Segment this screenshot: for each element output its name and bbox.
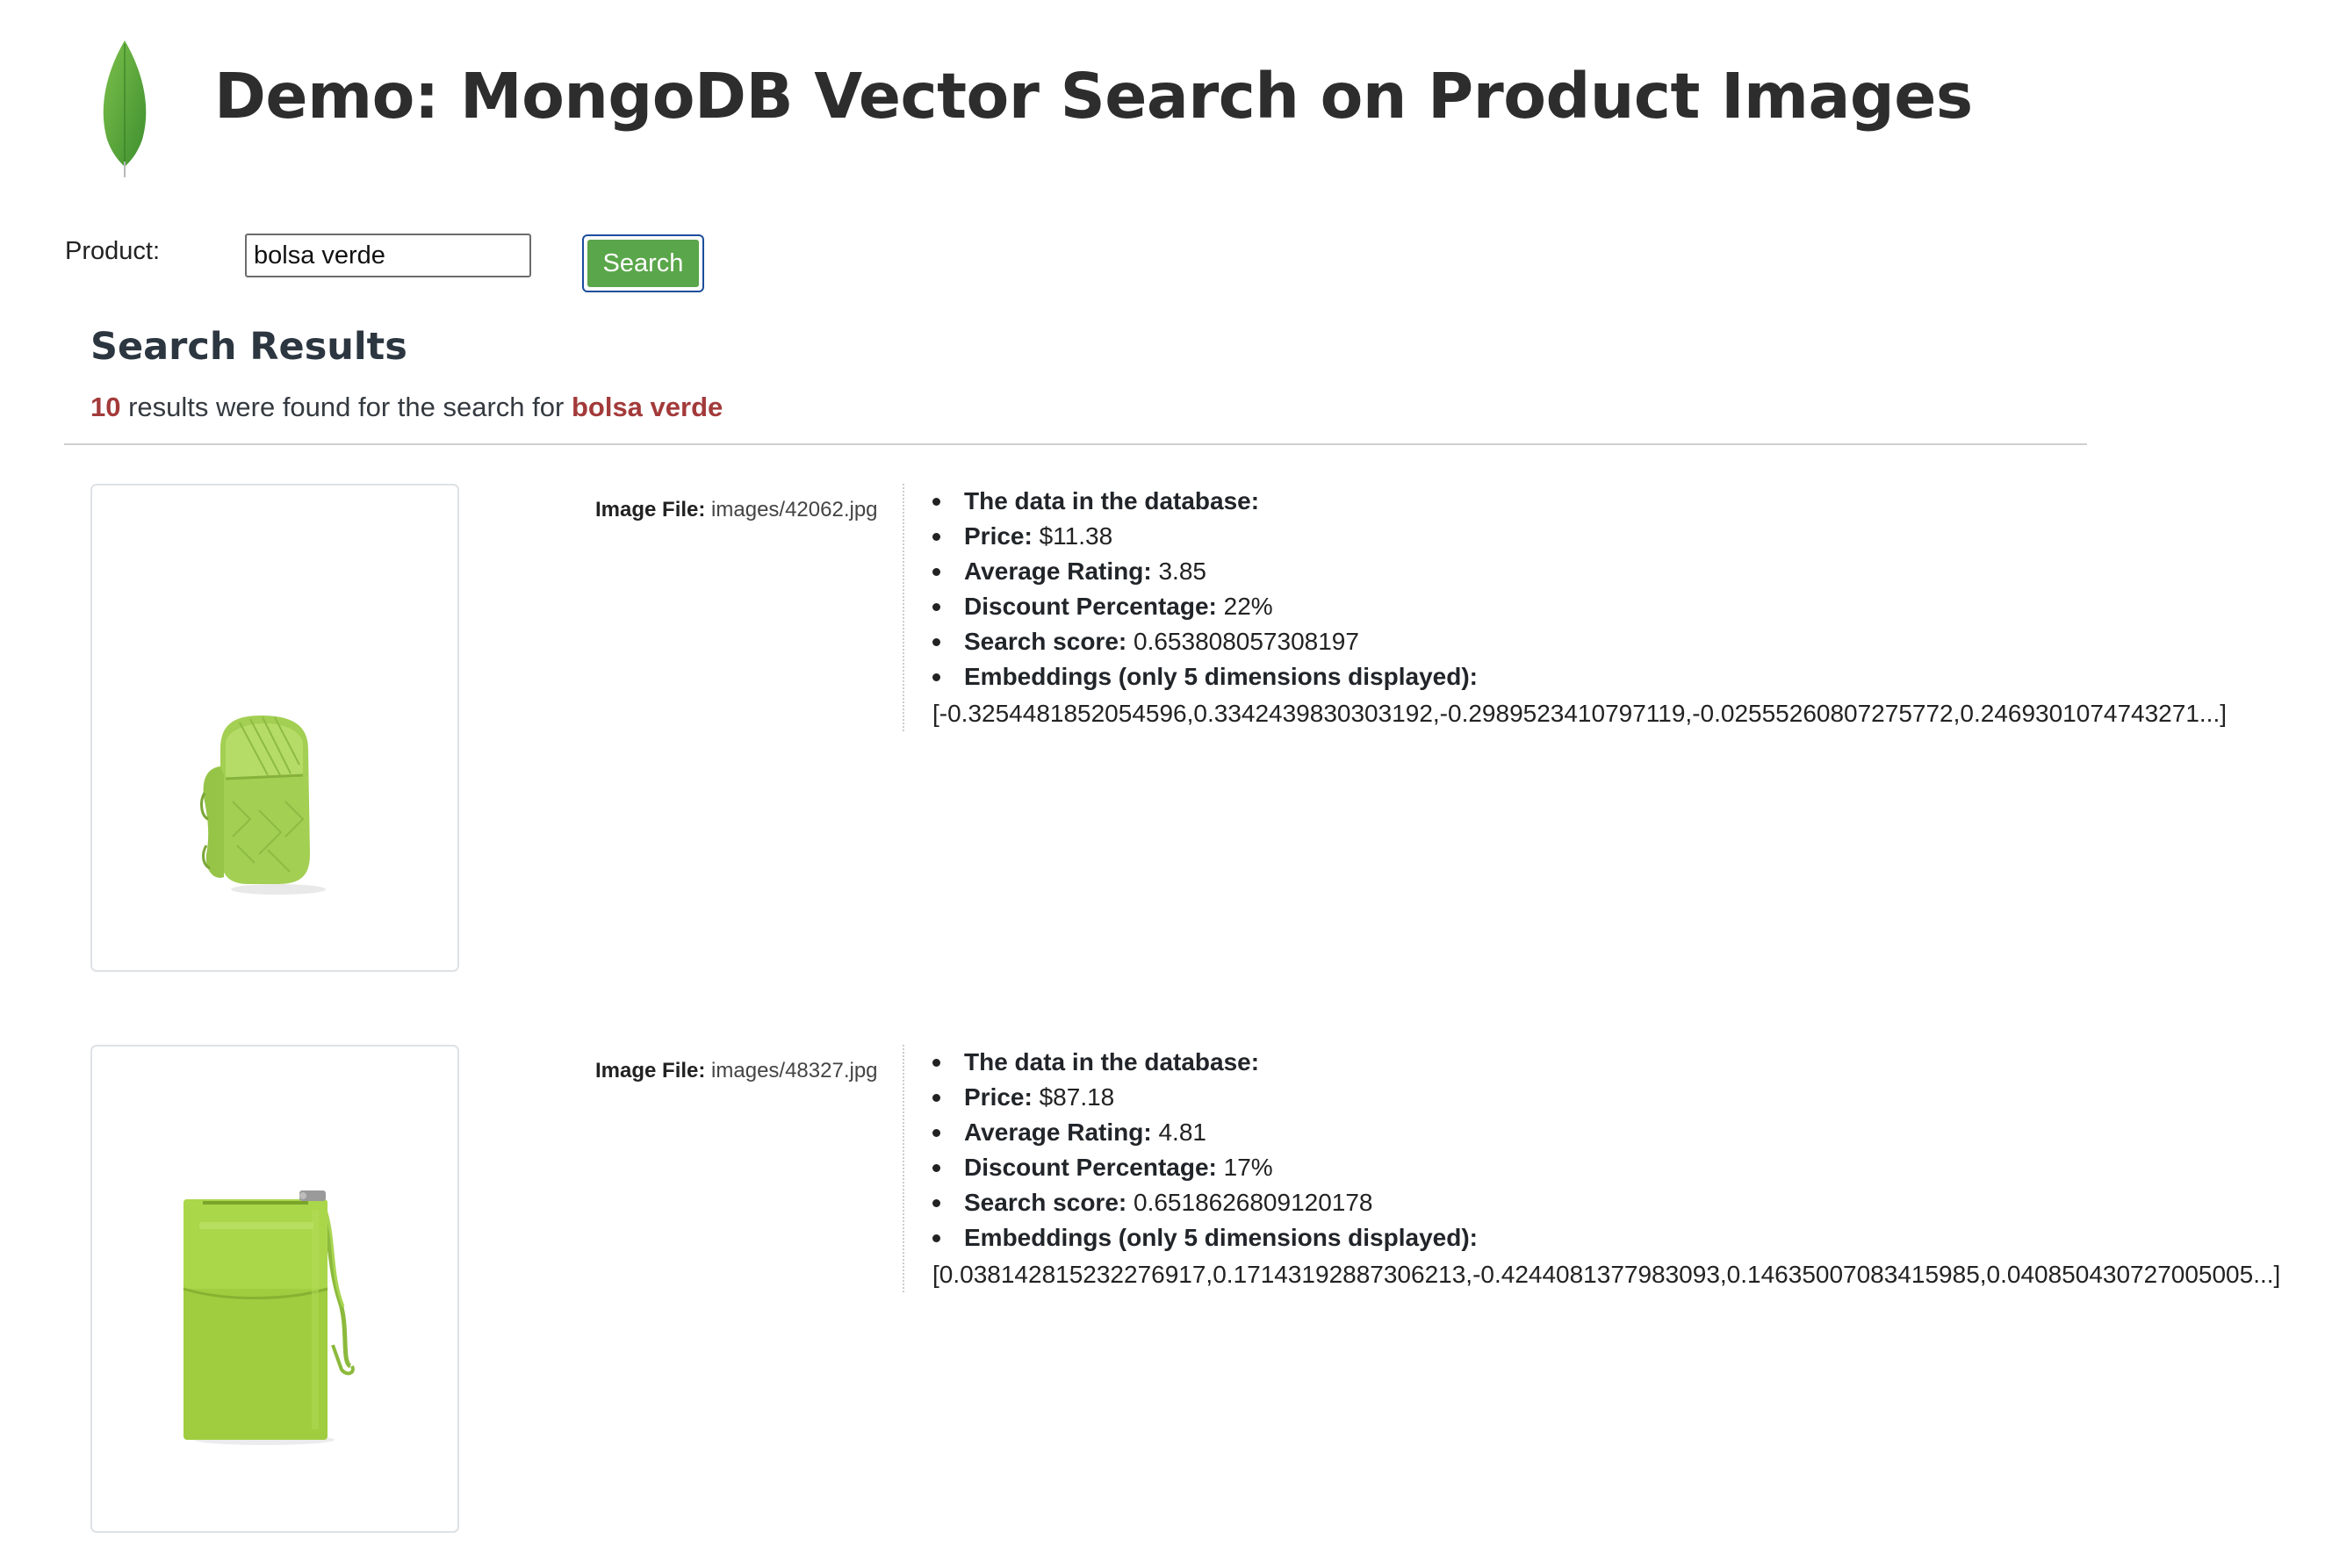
mongodb-leaf-logo [103,40,147,177]
results-divider [64,443,2087,445]
result-card: Image File: images/42062.jpg The data in… [0,484,2332,975]
results-summary: 10 results were found for the search for… [90,392,723,423]
page-title: Demo: MongoDB Vector Search on Product I… [214,60,1973,133]
search-button-label: Search [587,240,699,287]
detail-price: Price: $11.38 [931,519,1478,554]
image-file-label: Image File: [595,1059,706,1082]
embeddings-values: [-0.3254481852054596,0.3342439830303192,… [932,700,2228,727]
product-search-input[interactable] [245,234,531,277]
image-file-label: Image File: [595,498,706,521]
product-details-list: The data in the database: Price: $87.18 … [931,1045,1478,1255]
detail-price: Price: $87.18 [931,1080,1478,1115]
detail-rating: Average Rating: 4.81 [931,1115,1478,1150]
image-file-path: images/48327.jpg [711,1059,878,1082]
green-crossbody-bag-image [183,1190,355,1445]
product-details-list: The data in the database: Price: $11.38 … [931,484,1478,694]
detail-discount: Discount Percentage: 22% [931,589,1478,624]
results-heading: Search Results [90,325,407,369]
product-image-frame [90,1045,459,1533]
column-separator [903,484,904,731]
search-button[interactable]: Search [582,234,704,292]
results-query: bolsa verde [571,392,723,422]
image-file-path: images/42062.jpg [711,498,878,521]
image-file-info: Image File: images/42062.jpg [595,498,878,522]
embeddings-values: [0.038142815232276917,0.1714319288730621… [932,1261,2281,1288]
detail-score: Search score: 0.6518626809120178 [931,1185,1478,1220]
detail-embeddings-label: Embeddings (only 5 dimensions displayed)… [931,1220,1478,1255]
detail-embeddings-label: Embeddings (only 5 dimensions displayed)… [931,659,1478,694]
detail-data-heading: The data in the database: [931,484,1478,519]
detail-rating: Average Rating: 3.85 [931,554,1478,589]
image-file-info: Image File: images/48327.jpg [595,1059,878,1083]
result-card: Image File: images/48327.jpg The data in… [0,1045,2332,1536]
product-label: Product: [65,237,160,265]
detail-discount: Discount Percentage: 17% [931,1150,1478,1185]
results-count: 10 [90,392,121,422]
detail-score: Search score: 0.653808057308197 [931,624,1478,659]
product-image-frame [90,484,459,972]
detail-data-heading: The data in the database: [931,1045,1478,1080]
column-separator [903,1045,904,1292]
results-summary-text: results were found for the search for [120,392,572,422]
green-pouch-image [200,716,326,895]
